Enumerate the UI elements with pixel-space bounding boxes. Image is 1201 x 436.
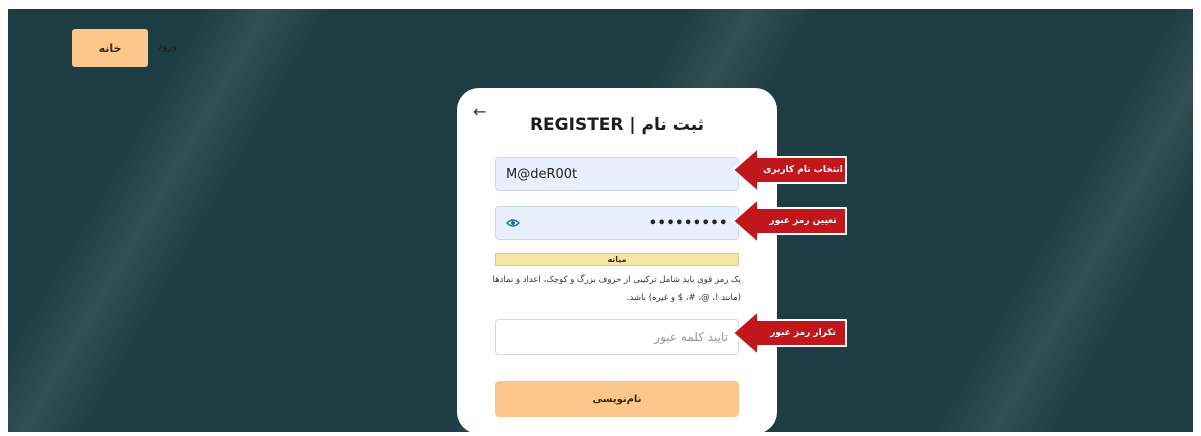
home-button[interactable]: خانه	[72, 29, 148, 67]
username-value: M@deR00t	[506, 166, 578, 182]
login-link[interactable]: ورود	[158, 41, 177, 52]
password-value: •••••••••	[648, 215, 728, 231]
callout-confirm-label: تکرار رمز عبور	[770, 328, 836, 338]
register-card: ← REGISTER | ثبت نام M@deR00t ••••••••• …	[457, 88, 777, 432]
page-background: خانه ورود ← REGISTER | ثبت نام M@deR00t …	[8, 9, 1193, 432]
register-submit-button[interactable]: نام‌نویسی	[495, 381, 739, 417]
callout-password: تعیین رمز عبور	[732, 196, 848, 246]
password-strength-badge: میانه	[495, 253, 739, 266]
confirm-password-placeholder: تایید کلمه عبور	[654, 330, 728, 344]
callout-username-label: انتخاب نام کاربری	[763, 165, 843, 175]
password-field[interactable]: •••••••••	[495, 206, 739, 240]
callout-username: انتخاب نام کاربری	[732, 145, 848, 195]
eye-icon[interactable]	[506, 218, 520, 228]
callout-confirm-password: تکرار رمز عبور	[732, 308, 848, 358]
callout-password-label: تعیین رمز عبور	[769, 216, 837, 226]
page-title: REGISTER | ثبت نام	[529, 115, 705, 135]
confirm-password-field[interactable]: تایید کلمه عبور	[495, 319, 739, 355]
password-hint: یک رمز قوی باید شامل ترکیبی از حروف بزرگ…	[492, 275, 741, 303]
username-field[interactable]: M@deR00t	[495, 157, 739, 191]
